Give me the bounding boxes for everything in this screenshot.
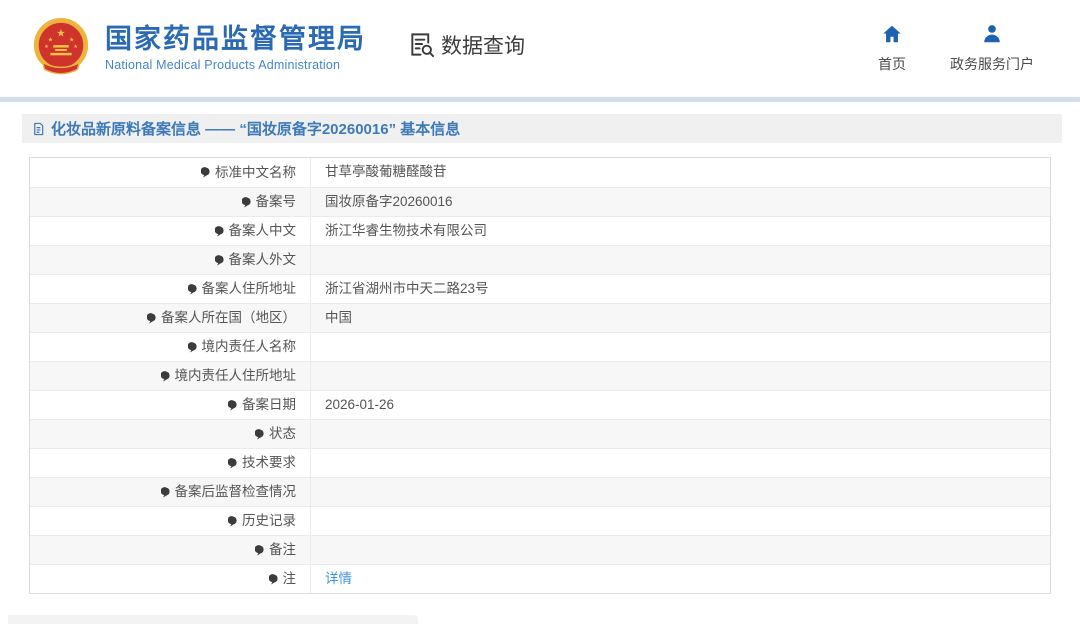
data-query-section[interactable]: 数据查询 bbox=[408, 30, 525, 60]
document-icon bbox=[32, 122, 45, 136]
table-row: 备注 bbox=[30, 535, 1050, 564]
row-label: 备案日期 bbox=[242, 397, 296, 412]
table-row: 状态 bbox=[30, 419, 1050, 448]
document-search-icon bbox=[408, 31, 435, 58]
page-title: 化妆品新原料备案信息 —— “国妆原备字20260016” 基本信息 bbox=[51, 121, 461, 138]
filing-info-table: 标准中文名称 甘草亭酸葡糖醛酸苷 备案号 国妆原备字20260016 备案人中文… bbox=[29, 157, 1051, 594]
row-value: 中国 bbox=[325, 310, 352, 325]
row-label: 境内责任人住所地址 bbox=[174, 368, 297, 383]
pin-icon bbox=[228, 399, 239, 411]
table-row: 注 详情 bbox=[30, 564, 1050, 593]
nav-portal[interactable]: 政务服务门户 bbox=[950, 23, 1034, 74]
brand-logo[interactable]: ★ ★ ★ ★ ★ 国家药品监督管理局 National Medical Pro… bbox=[30, 16, 366, 82]
user-icon bbox=[981, 23, 1003, 45]
row-value: 浙江省湖州市中天二路23号 bbox=[325, 281, 489, 296]
row-label: 注 bbox=[282, 571, 297, 586]
page-title-bar: 化妆品新原料备案信息 —— “国妆原备字20260016” 基本信息 bbox=[22, 114, 1062, 143]
row-label: 备案号 bbox=[255, 194, 297, 209]
row-label: 备注 bbox=[269, 542, 296, 557]
header-nav: 首页 政务服务门户 bbox=[878, 23, 1034, 74]
table-row: 境内责任人住所地址 bbox=[30, 361, 1050, 390]
pin-icon bbox=[228, 515, 239, 527]
footer-strip bbox=[8, 615, 418, 624]
row-label: 备案人外文 bbox=[228, 252, 297, 267]
table-row: 备案人中文 浙江华睿生物技术有限公司 bbox=[30, 216, 1050, 245]
pin-icon bbox=[147, 312, 158, 324]
data-query-label: 数据查询 bbox=[441, 34, 525, 58]
detail-link[interactable]: 详情 bbox=[325, 571, 352, 586]
nav-home-label: 首页 bbox=[878, 56, 906, 72]
row-value: 2026-01-26 bbox=[325, 397, 395, 412]
nav-portal-label: 政务服务门户 bbox=[950, 56, 1034, 72]
svg-text:★: ★ bbox=[56, 27, 66, 39]
row-value: 浙江华睿生物技术有限公司 bbox=[325, 223, 487, 238]
pin-icon bbox=[255, 544, 266, 556]
pin-icon bbox=[187, 341, 199, 353]
row-value: 国妆原备字20260016 bbox=[325, 194, 453, 209]
pin-icon bbox=[214, 254, 226, 266]
table-row: 备案人住所地址 浙江省湖州市中天二路23号 bbox=[30, 274, 1050, 303]
site-header: ★ ★ ★ ★ ★ 国家药品监督管理局 National Medical Pro… bbox=[0, 0, 1080, 97]
table-row: 备案后监督检查情况 bbox=[30, 477, 1050, 506]
pin-icon bbox=[241, 196, 253, 208]
row-label: 技术要求 bbox=[242, 455, 296, 470]
header-divider bbox=[0, 97, 1080, 102]
china-national-emblem-icon: ★ ★ ★ ★ ★ bbox=[30, 16, 92, 82]
pin-icon bbox=[268, 573, 280, 585]
row-label: 备案人所在国（地区） bbox=[161, 310, 296, 325]
row-label: 境内责任人名称 bbox=[201, 339, 297, 354]
row-label: 标准中文名称 bbox=[215, 164, 296, 180]
table-row: 备案人所在国（地区） 中国 bbox=[30, 303, 1050, 332]
table-row: 备案号 国妆原备字20260016 bbox=[30, 187, 1050, 216]
brand-title-en: National Medical Products Administration bbox=[105, 57, 341, 72]
table-row: 境内责任人名称 bbox=[30, 332, 1050, 361]
row-label: 备案后监督检查情况 bbox=[174, 484, 297, 499]
pin-icon bbox=[214, 225, 226, 237]
pin-icon bbox=[228, 457, 239, 469]
pin-icon bbox=[187, 283, 199, 295]
table-row: 备案人外文 bbox=[30, 245, 1050, 274]
row-label: 备案人住所地址 bbox=[201, 281, 297, 296]
row-value: 甘草亭酸葡糖醛酸苷 bbox=[325, 164, 447, 179]
table-row: 技术要求 bbox=[30, 448, 1050, 477]
home-icon bbox=[881, 23, 903, 45]
pin-icon bbox=[160, 370, 172, 382]
svg-text:★: ★ bbox=[48, 36, 53, 43]
svg-text:★: ★ bbox=[44, 44, 49, 50]
pin-icon bbox=[201, 167, 212, 178]
pin-icon bbox=[255, 428, 266, 440]
pin-icon bbox=[160, 486, 172, 498]
table-row: 备案日期 2026-01-26 bbox=[30, 390, 1050, 419]
table-row: 标准中文名称 甘草亭酸葡糖醛酸苷 bbox=[30, 158, 1050, 187]
row-label: 备案人中文 bbox=[228, 223, 297, 238]
table-row: 历史记录 bbox=[30, 506, 1050, 535]
row-label: 状态 bbox=[269, 426, 296, 441]
svg-text:★: ★ bbox=[69, 36, 74, 43]
brand-title-cn: 国家药品监督管理局 bbox=[105, 24, 366, 55]
svg-text:★: ★ bbox=[73, 44, 78, 50]
row-label: 历史记录 bbox=[242, 513, 296, 528]
nav-home[interactable]: 首页 bbox=[878, 23, 906, 74]
